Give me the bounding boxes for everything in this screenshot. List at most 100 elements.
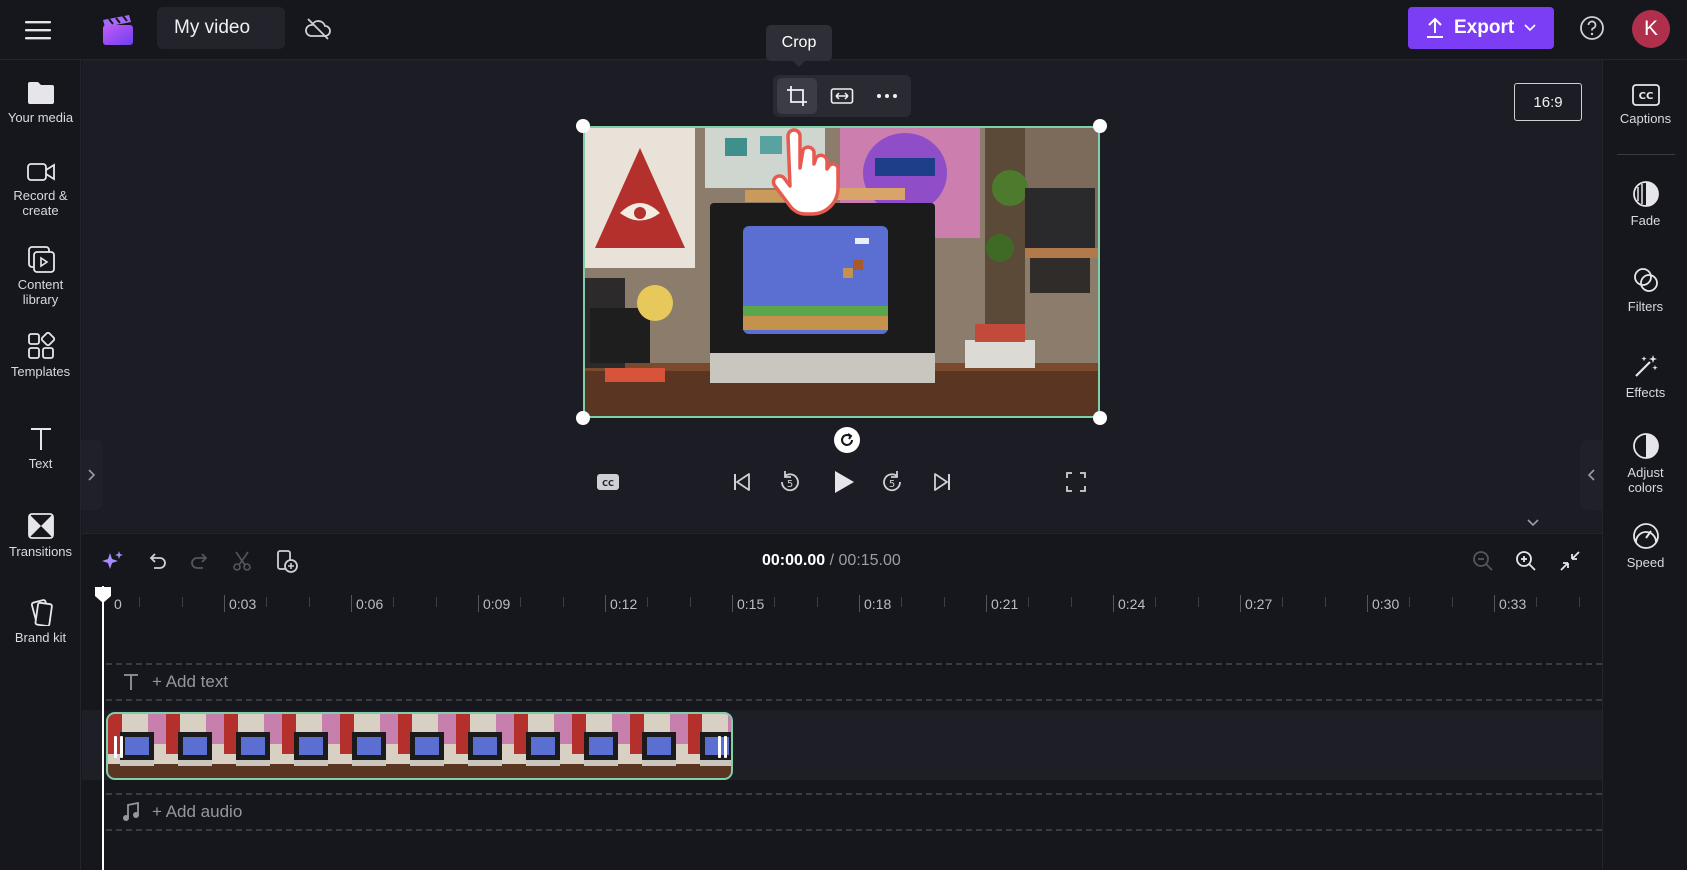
- clip-thumbnail: [282, 714, 340, 778]
- aspect-ratio-button[interactable]: 16:9: [1514, 83, 1582, 121]
- redo-button[interactable]: [187, 548, 213, 574]
- help-icon[interactable]: [1578, 14, 1606, 42]
- resize-handle-bottom-left[interactable]: [576, 411, 590, 425]
- svg-text:CC: CC: [602, 479, 614, 488]
- playhead[interactable]: [102, 586, 104, 870]
- timeline-ruler[interactable]: 0 0:03 0:06 0:09 0:12 0:15 0:18 0:21 0:24 0:27 0:3…: [82, 589, 1602, 625]
- timecode: 00:00.00 / 00:15.00: [762, 552, 901, 570]
- track-divider: [106, 829, 1602, 831]
- crop-icon: [787, 86, 807, 106]
- clip-thumbnail: [514, 714, 572, 778]
- sidebar-item-your-media[interactable]: Your media: [0, 80, 81, 125]
- sidebar-item-effects[interactable]: Effects: [1603, 352, 1687, 400]
- ruler-label: 0:18: [864, 596, 892, 612]
- ruler-minor-tick: [816, 597, 818, 607]
- undo-button[interactable]: [144, 548, 170, 574]
- play-icon: [835, 471, 854, 493]
- captions-toggle-button[interactable]: CC: [595, 468, 621, 496]
- add-audio-track[interactable]: + Add audio: [106, 795, 1602, 829]
- sidebar-item-captions[interactable]: CC Captions: [1603, 84, 1687, 126]
- rotate-button[interactable]: [834, 427, 860, 453]
- sidebar-item-label: Captions: [1619, 111, 1672, 126]
- sidebar-item-label: Text: [28, 456, 53, 471]
- ai-magic-button[interactable]: [100, 548, 126, 574]
- expand-left-panel-button[interactable]: [81, 440, 103, 510]
- effects-icon: [1634, 355, 1658, 377]
- ruler-minor-tick: [139, 597, 141, 607]
- ruler-minor-tick: [308, 597, 310, 607]
- right-sidebar: CC Captions Fade Filters Effects Adjust …: [1602, 60, 1687, 870]
- fullscreen-button[interactable]: [1063, 468, 1089, 496]
- expand-right-panel-button[interactable]: [1580, 440, 1602, 510]
- sidebar-item-record-create[interactable]: Record & create: [0, 160, 81, 218]
- sidebar-item-transitions[interactable]: Transitions: [0, 512, 81, 559]
- video-preview[interactable]: [583, 126, 1100, 418]
- ruler-tick: [605, 595, 606, 612]
- add-clip-icon: [277, 550, 298, 573]
- export-button[interactable]: Export: [1408, 7, 1554, 49]
- sidebar-item-speed[interactable]: Speed: [1603, 522, 1687, 570]
- split-button[interactable]: [229, 548, 255, 574]
- skip-to-start-button[interactable]: [728, 468, 756, 496]
- project-title[interactable]: My video: [157, 7, 285, 49]
- track-divider: [106, 699, 1602, 701]
- resize-handle-top-left[interactable]: [576, 119, 590, 133]
- ruler-label: 0:30: [1372, 596, 1400, 612]
- clip-trim-handle-right[interactable]: [718, 736, 728, 758]
- resize-handle-bottom-right[interactable]: [1093, 411, 1107, 425]
- divider: [1617, 154, 1675, 155]
- ruler-minor-tick: [1536, 597, 1538, 607]
- sidebar-item-label: Adjust colors: [1627, 465, 1664, 495]
- clip-trim-handle-left[interactable]: [114, 736, 124, 758]
- ruler-minor-tick: [774, 597, 776, 607]
- ruler-label: 0:12: [610, 596, 638, 612]
- sidebar-item-fade[interactable]: Fade: [1603, 180, 1687, 228]
- ruler-minor-tick: [1451, 597, 1453, 607]
- fit-timeline-button[interactable]: [1557, 548, 1583, 574]
- ruler-minor-tick: [266, 597, 268, 607]
- add-text-label: + Add text: [152, 672, 229, 691]
- zoom-in-button[interactable]: [1513, 548, 1539, 574]
- cloud-offline-icon[interactable]: [303, 14, 333, 44]
- avatar[interactable]: K: [1632, 10, 1670, 48]
- play-button[interactable]: [829, 468, 859, 496]
- sidebar-item-templates[interactable]: Templates: [0, 332, 81, 379]
- music-note-icon: [123, 802, 139, 821]
- upload-icon: [1427, 17, 1443, 38]
- resize-handle-top-right[interactable]: [1093, 119, 1107, 133]
- add-text-track[interactable]: + Add text: [106, 665, 1602, 699]
- sidebar-item-filters[interactable]: Filters: [1603, 266, 1687, 314]
- playhead-handle[interactable]: [94, 586, 112, 604]
- svg-text:5: 5: [787, 479, 793, 490]
- sidebar-item-adjust-colors[interactable]: Adjust colors: [1603, 432, 1687, 495]
- top-bar: My video Export K: [0, 0, 1687, 60]
- zoom-out-button[interactable]: [1470, 548, 1496, 574]
- crop-button[interactable]: [777, 78, 817, 114]
- add-to-timeline-button[interactable]: [274, 548, 300, 574]
- skip-to-end-button[interactable]: [928, 468, 956, 496]
- ruler-label: 0:24: [1118, 596, 1146, 612]
- rewind-5-button[interactable]: 5: [776, 468, 804, 496]
- sidebar-item-text[interactable]: Text: [0, 426, 81, 471]
- sidebar-item-content-library[interactable]: Content library: [0, 245, 81, 307]
- crop-tooltip: Crop: [766, 25, 832, 67]
- fit-button[interactable]: [822, 78, 862, 114]
- fullscreen-icon: [1066, 472, 1086, 492]
- adjust-colors-icon: [1632, 433, 1659, 459]
- rotate-icon: [841, 433, 853, 446]
- chevron-left-icon: [1587, 469, 1595, 481]
- ruler-minor-tick: [1282, 597, 1284, 607]
- video-clip[interactable]: [106, 712, 733, 780]
- forward-5-button[interactable]: 5: [878, 468, 906, 496]
- sidebar-item-label: Templates: [10, 364, 71, 379]
- menu-icon[interactable]: [22, 14, 54, 46]
- chevron-down-icon: [1524, 24, 1536, 32]
- clip-thumbnail: [572, 714, 630, 778]
- templates-icon: [27, 332, 55, 359]
- more-options-button[interactable]: [867, 78, 907, 114]
- sidebar-item-brand-kit[interactable]: Brand kit: [0, 598, 81, 645]
- ruler-minor-tick: [901, 597, 903, 607]
- ruler-minor-tick: [1578, 597, 1580, 607]
- collapse-timeline-button[interactable]: [1500, 512, 1566, 534]
- collapse-arrows-icon: [1560, 551, 1580, 571]
